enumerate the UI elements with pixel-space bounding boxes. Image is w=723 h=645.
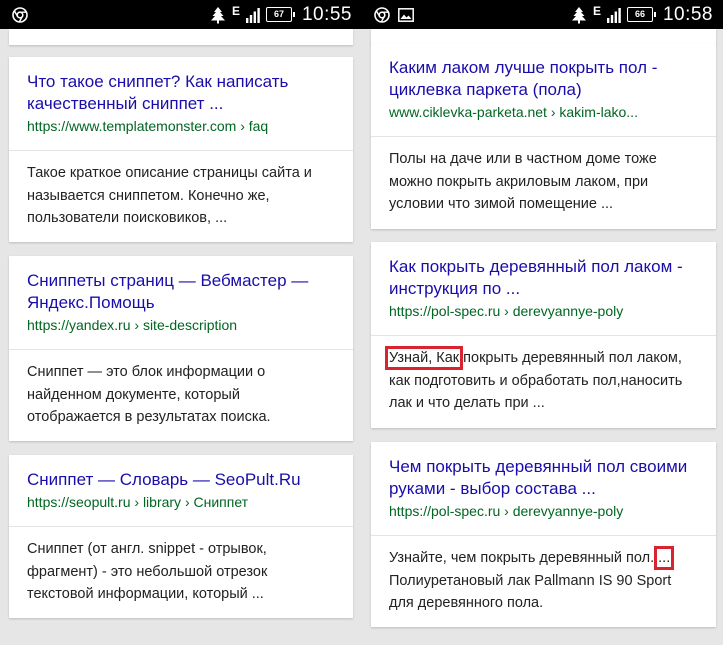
search-result-card[interactable]: Сниппеты страниц — Вебмастер — Яндекс.По… bbox=[9, 256, 353, 441]
network-type: E bbox=[592, 3, 601, 18]
result-url: https://seopult.ru › library › Сниппет bbox=[27, 494, 249, 510]
snippet-text: Узнайте, чем покрыть деревянный пол. bbox=[389, 550, 659, 566]
signal-icon bbox=[606, 7, 621, 23]
right-phone-screen: E 66 10:58 Каким лаком лучше покрыть пол… bbox=[362, 0, 723, 645]
battery-icon: 66 bbox=[626, 7, 656, 22]
search-result-card[interactable]: Чем покрыть деревянный пол своими руками… bbox=[371, 442, 716, 627]
result-title-link[interactable]: Сниппет — Словарь — SeoPult.Ru bbox=[27, 469, 335, 491]
signal-icon bbox=[245, 7, 260, 23]
result-title-link[interactable]: Как покрыть деревянный пол лаком - инстр… bbox=[389, 256, 698, 300]
search-result-card[interactable]: Что такое сниппет? Как написать качестве… bbox=[9, 57, 353, 242]
status-bar: E 66 10:58 bbox=[362, 0, 723, 29]
result-url: https://pol-spec.ru › derevyannye-poly bbox=[389, 503, 624, 519]
chrome-icon bbox=[374, 6, 390, 23]
tree-notification-icon bbox=[571, 6, 587, 24]
result-snippet: Сниппет — это блок информации о найденно… bbox=[27, 364, 271, 425]
clock: 10:55 bbox=[301, 3, 352, 25]
status-bar: E 67 10:55 bbox=[0, 0, 362, 29]
search-result-card[interactable]: Сниппет — Словарь — SeoPult.Ru https://s… bbox=[9, 455, 353, 618]
snippet-text: Полиуретановый лак Pallmann IS 90 Sport … bbox=[389, 572, 672, 612]
search-result-card[interactable]: Как покрыть деревянный пол лаком - инстр… bbox=[371, 242, 716, 428]
search-result-card[interactable]: Каким лаком лучше покрыть пол - циклевка… bbox=[371, 43, 716, 229]
previous-result-card bbox=[9, 29, 353, 45]
result-title-link[interactable]: Что такое сниппет? Как написать качестве… bbox=[27, 71, 335, 115]
result-title-link[interactable]: Каким лаком лучше покрыть пол - циклевка… bbox=[389, 57, 698, 101]
result-url: https://yandex.ru › site-description bbox=[27, 317, 238, 333]
chrome-icon bbox=[12, 6, 28, 23]
image-notification-icon bbox=[398, 7, 414, 22]
tree-notification-icon bbox=[210, 6, 226, 24]
left-phone-screen: E 67 10:55 Что такое сниппет? Как написа… bbox=[0, 0, 362, 645]
result-url: www.ciklevka-parketa.net › kakim-lako... bbox=[389, 104, 638, 120]
result-snippet: Такое краткое описание страницы сайта и … bbox=[27, 165, 312, 226]
result-snippet: Полы на даче или в частном доме тоже мож… bbox=[389, 151, 657, 212]
result-snippet: Сниппет (от англ. snippet - отрывок, фра… bbox=[27, 541, 268, 602]
result-title-link[interactable]: Чем покрыть деревянный пол своими руками… bbox=[389, 456, 698, 500]
result-snippet: Узнай, Как покрыть деревянный пол лаком,… bbox=[371, 336, 716, 415]
battery-icon: 67 bbox=[265, 7, 295, 22]
highlight-box: ... bbox=[654, 546, 675, 570]
result-url: https://pol-spec.ru › derevyannye-poly bbox=[389, 303, 624, 319]
network-type: E bbox=[231, 3, 240, 18]
result-title-link[interactable]: Сниппеты страниц — Вебмастер — Яндекс.По… bbox=[27, 270, 335, 314]
clock: 10:58 bbox=[662, 3, 713, 25]
result-url: https://www.templatemonster.com › faq bbox=[27, 118, 269, 134]
highlight-box: Узнай, Как bbox=[384, 346, 464, 370]
result-snippet: Узнайте, чем покрыть деревянный пол. ...… bbox=[371, 536, 716, 615]
